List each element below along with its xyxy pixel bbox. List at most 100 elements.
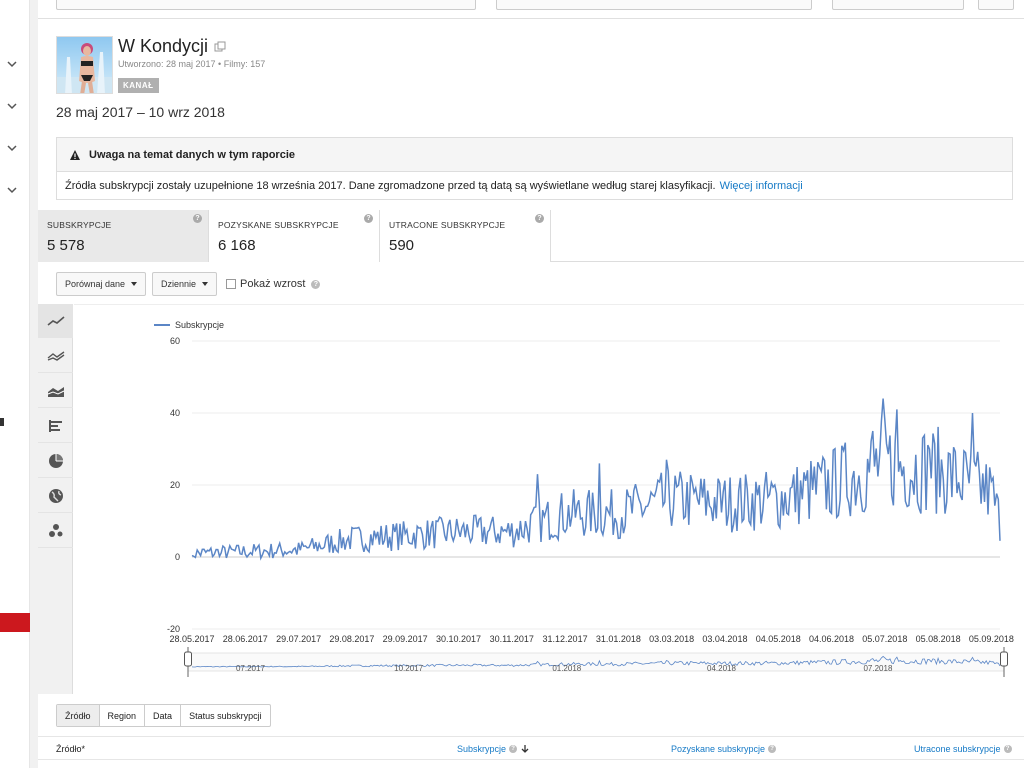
chevron-down-icon[interactable] (6, 58, 20, 72)
metric-tab-subscriptions[interactable]: SUBSKRYPCJE 5 578 ? (38, 210, 209, 262)
date-range[interactable]: 28 maj 2017 – 10 wrz 2018 (56, 104, 225, 120)
x-tick-label: 04.06.2018 (809, 634, 854, 644)
help-icon[interactable]: ? (1003, 745, 1012, 753)
pie-chart-icon (48, 453, 63, 468)
channel-thumbnail-image (57, 37, 112, 93)
chart-type-bubble-button[interactable] (38, 514, 73, 548)
col-source-header[interactable]: Źródło* (56, 744, 85, 754)
help-icon[interactable]: ? (364, 214, 373, 223)
navigator-label: 10.2017 (394, 664, 423, 673)
search-field[interactable] (56, 0, 476, 10)
chart-type-toolbar (38, 304, 73, 694)
col-source-label: Źródło* (56, 744, 86, 754)
subscriptions-chart[interactable]: -20 0 20 40 60 28.05.2017 28.06.2017 29.07.2017… (74, 305, 1024, 695)
x-tick-label: 30.10.2017 (436, 634, 481, 644)
filter-field[interactable] (496, 0, 812, 10)
legend-swatch (154, 324, 170, 326)
toolbar-button[interactable] (978, 0, 1014, 10)
help-icon[interactable]: ? (311, 279, 321, 289)
col-gained-label: Pozyskane subskrypcje (671, 744, 766, 754)
external-link-icon[interactable] (214, 41, 226, 53)
x-tick-label: 05.09.2018 (969, 634, 1014, 644)
col-gained-header[interactable]: Pozyskane subskrypcje ? (671, 744, 777, 754)
warning-icon (70, 149, 80, 160)
interval-dropdown[interactable]: Dziennie (152, 272, 218, 296)
caret-down-icon (131, 282, 138, 286)
show-growth-label: Pokaż wzrost (240, 278, 306, 290)
sort-arrow-down-icon[interactable] (520, 744, 530, 754)
tab-date[interactable]: Data (145, 705, 182, 726)
show-growth-checkbox[interactable] (226, 279, 236, 289)
channel-title: W Kondycji (118, 36, 226, 57)
bubble-chart-icon (48, 523, 62, 537)
sidebar-active-item[interactable] (0, 613, 30, 632)
legend-label: Subskrypcje (175, 320, 225, 330)
navigator-label: 07.2017 (236, 664, 265, 673)
metric-tab-gained[interactable]: POZYSKANE SUBSKRYPCJE 6 168 ? (209, 210, 380, 262)
handle-grip (184, 651, 192, 667)
y-tick-label: -20 (167, 624, 180, 634)
metric-tab-lost[interactable]: UTRACONE SUBSKRYPCJE 590 ? (380, 210, 551, 262)
navigator-left-handle[interactable] (184, 647, 192, 677)
col-lost-header[interactable]: Utracone subskrypcje ? (914, 744, 1012, 754)
data-notice: Uwaga na temat danych w tym raporcie Źró… (56, 137, 1013, 200)
chart-type-area-button[interactable] (38, 374, 73, 408)
sidebar-marker (0, 418, 4, 426)
toolbar-button[interactable] (832, 0, 964, 10)
compare-dropdown[interactable]: Porównaj dane (56, 272, 147, 296)
tab-source[interactable]: Źródło (57, 705, 100, 726)
metric-label: UTRACONE SUBSKRYPCJE (389, 220, 506, 230)
chevron-down-icon[interactable] (6, 184, 20, 198)
x-tick-label: 29.07.2017 (276, 634, 321, 644)
chevron-down-icon[interactable] (6, 100, 20, 114)
help-icon[interactable]: ? (193, 214, 202, 223)
x-tick-label: 28.05.2017 (169, 634, 214, 644)
chart-type-line-button[interactable] (38, 304, 73, 338)
x-tick-label: 28.06.2017 (223, 634, 268, 644)
x-tick-label: 29.08.2017 (329, 634, 374, 644)
chart-legend: Subskrypcje (154, 320, 224, 330)
metric-label: SUBSKRYPCJE (47, 220, 112, 230)
dimension-tabs: Źródło Region Data Status subskrypcji (56, 704, 271, 727)
tab-region[interactable]: Region (100, 705, 146, 726)
more-info-link[interactable]: Więcej informacji (720, 180, 803, 192)
help-icon[interactable]: ? (509, 745, 518, 753)
y-tick-label: 0 (175, 552, 180, 562)
bar-chart-icon (48, 419, 62, 432)
line-chart-icon (47, 315, 65, 326)
metric-tabs: SUBSKRYPCJE 5 578 ? POZYSKANE SUBSKRYPCJ… (38, 210, 1024, 262)
chart-type-bar-button[interactable] (38, 409, 73, 443)
series-line-subskrypcje (191, 398, 1001, 561)
metric-label: POZYSKANE SUBSKRYPCJE (218, 220, 339, 230)
chart-type-multiline-button[interactable] (38, 339, 73, 373)
x-tick-label: 30.11.2017 (490, 634, 534, 644)
show-growth-toggle[interactable]: Pokaż wzrost ? (226, 278, 321, 290)
navigator-label: 04.2018 (707, 664, 736, 673)
main-frame: W Kondycji Utworzono: 28 maj 2017 • Film… (30, 0, 1024, 768)
navigator-label: 01.2018 (552, 664, 581, 673)
metric-value: 590 (389, 237, 415, 254)
navigator-right-handle[interactable] (1000, 647, 1008, 677)
y-tick-label: 60 (170, 336, 180, 346)
y-tick-label: 20 (170, 480, 180, 490)
handle-grip (1000, 651, 1008, 667)
channel-thumbnail[interactable] (56, 36, 113, 94)
chart-type-pie-button[interactable] (38, 444, 73, 478)
top-toolbar (38, 0, 1024, 19)
y-tick-label: 40 (170, 408, 180, 418)
col-lost-label: Utracone subskrypcje (914, 744, 1001, 754)
x-tick-label: 03.04.2018 (702, 634, 747, 644)
channel-name[interactable]: W Kondycji (118, 36, 208, 57)
content-panel: W Kondycji Utworzono: 28 maj 2017 • Film… (38, 0, 1024, 768)
channel-meta: Utworzono: 28 maj 2017 • Filmy: 157 (118, 59, 266, 69)
chart-type-map-button[interactable] (38, 479, 73, 513)
chart-controls: Porównaj dane Dziennie Pokaż wzrost ? (38, 262, 1024, 304)
metric-value: 6 168 (218, 237, 256, 254)
tab-subscription-status[interactable]: Status subskrypcji (181, 705, 270, 726)
col-subscriptions-header[interactable]: Subskrypcje ? (457, 744, 530, 754)
help-icon[interactable]: ? (768, 745, 777, 753)
x-tick-label: 05.07.2018 (862, 634, 907, 644)
help-icon[interactable]: ? (535, 214, 544, 223)
globe-icon (48, 488, 63, 503)
chevron-down-icon[interactable] (6, 142, 20, 156)
